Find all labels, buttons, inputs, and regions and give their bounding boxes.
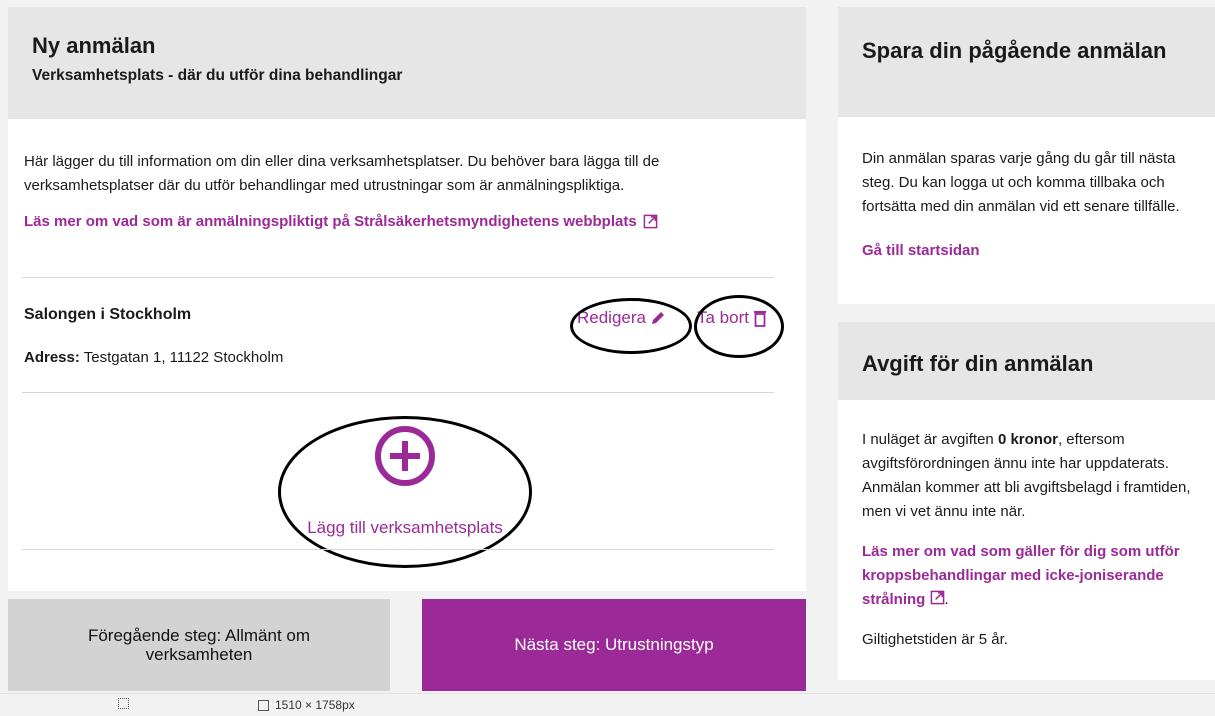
- fee-card: Avgift för din anmälan I nuläget är avgi…: [838, 322, 1215, 680]
- form-header: Ny anmälan Verksamhetsplats - där du utf…: [8, 7, 806, 119]
- divider: [22, 392, 774, 393]
- previous-step-button[interactable]: Föregående steg: Allmänt om verksamheten: [8, 599, 390, 691]
- delete-label: Ta bort: [697, 308, 749, 327]
- save-card-text: Din anmälan sparas varje gång du går til…: [862, 150, 1180, 215]
- pencil-icon: [652, 312, 664, 324]
- fee-text-pre: I nuläget är avgiften: [862, 431, 998, 448]
- previous-step-label: Föregående steg: Allmänt om verksamheten: [87, 626, 311, 664]
- delete-site-button[interactable]: Ta bort: [697, 308, 767, 328]
- next-step-button[interactable]: Nästa steg: Utrustningstyp: [422, 599, 806, 691]
- validity-text: Giltighetstiden är 5 år.: [862, 631, 1008, 648]
- fee-card-title: Avgift för din anmälan: [862, 351, 1094, 376]
- dimensions-readout: 1510 × 1758px: [258, 698, 355, 712]
- intro-text: Här lägger du till information om din el…: [24, 153, 660, 194]
- fee-card-text: I nuläget är avgiften 0 kronor, eftersom…: [862, 428, 1191, 524]
- divider: [22, 277, 774, 278]
- plus-circle-icon: [375, 426, 435, 486]
- page-subtitle: Verksamhetsplats - där du utför dina beh…: [32, 67, 403, 84]
- save-progress-card: Spara din pågående anmälan Din anmälan s…: [838, 7, 1215, 304]
- external-link-icon: [930, 590, 944, 605]
- dimensions-text: 1510 × 1758px: [275, 698, 355, 712]
- status-bar: 1510 × 1758px: [0, 693, 1215, 716]
- info-link-label: Läs mer om vad som är anmälningspliktigt…: [24, 213, 637, 230]
- info-link[interactable]: Läs mer om vad som är anmälningspliktigt…: [24, 213, 658, 230]
- save-card-title: Spara din pågående anmälan: [862, 38, 1167, 63]
- add-site-label: Lägg till verksamhetsplats: [307, 518, 503, 537]
- start-page-link[interactable]: Gå till startsidan: [862, 239, 1191, 263]
- fee-info-link-label: Läs mer om vad som gäller för dig som ut…: [862, 543, 1180, 608]
- fee-card-header: Avgift för din anmälan: [838, 322, 1215, 400]
- save-card-body: Din anmälan sparas varje gång du går til…: [838, 117, 1215, 263]
- external-link-icon: [643, 214, 658, 229]
- dimensions-icon: [258, 699, 269, 711]
- address-value: Testgatan 1, 11122 Stockholm: [83, 349, 284, 366]
- divider: [22, 549, 774, 550]
- site-address: Adress: Testgatan 1, 11122 Stockholm: [24, 349, 283, 366]
- save-card-header: Spara din pågående anmälan: [838, 7, 1215, 117]
- address-label: Adress:: [24, 349, 80, 366]
- site-name: Salongen i Stockholm: [24, 306, 192, 323]
- fee-info-link[interactable]: Läs mer om vad som gäller för dig som ut…: [862, 543, 1180, 608]
- fee-card-body: I nuläget är avgiften 0 kronor, eftersom…: [838, 400, 1215, 652]
- edit-site-button[interactable]: Redigera: [577, 308, 666, 328]
- fee-link-suffix: .: [944, 591, 949, 608]
- selection-icon: [118, 698, 129, 709]
- add-site-button[interactable]: Lägg till verksamhetsplats: [270, 410, 540, 570]
- next-step-label: Nästa steg: Utrustningstyp: [514, 635, 714, 654]
- trash-icon: [753, 310, 766, 327]
- page-title: Ny anmälan: [32, 33, 156, 58]
- fee-amount: 0 kronor: [997, 431, 1058, 448]
- fee-info-link-wrap: Läs mer om vad som gäller för dig som ut…: [862, 540, 1191, 612]
- edit-label: Redigera: [577, 308, 646, 327]
